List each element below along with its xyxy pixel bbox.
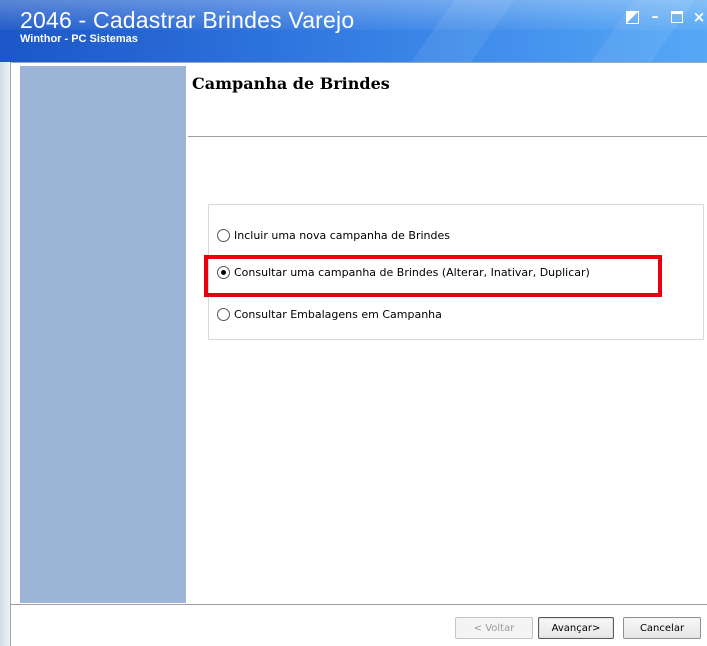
radio-unchecked-icon[interactable]: [217, 307, 230, 321]
heading-separator: [188, 136, 707, 137]
option-label: Incluir uma nova campanha de Brindes: [234, 228, 450, 242]
window-controls: – ×: [626, 6, 707, 28]
app-window: 2046 - Cadastrar Brindes Varejo Winthor …: [0, 0, 707, 646]
window-title: 2046 - Cadastrar Brindes Varejo: [20, 7, 355, 33]
footer-separator: [11, 604, 707, 605]
option-consultar-embalagens[interactable]: Consultar Embalagens em Campanha: [217, 305, 442, 323]
radio-unchecked-icon[interactable]: [217, 228, 230, 242]
title-bar[interactable]: 2046 - Cadastrar Brindes Varejo Winthor …: [0, 0, 707, 62]
wizard-sidebar-panel: [20, 66, 186, 603]
page-heading: Campanha de Brindes: [192, 74, 390, 93]
restore-icon[interactable]: [626, 10, 639, 24]
next-button[interactable]: Avançar>: [538, 617, 614, 639]
back-button[interactable]: < Voltar: [455, 617, 533, 639]
window-subtitle: Winthor - PC Sistemas: [20, 33, 138, 45]
maximize-icon[interactable]: [671, 11, 683, 23]
close-icon[interactable]: ×: [691, 7, 707, 27]
cancel-button[interactable]: Cancelar: [623, 617, 701, 639]
minimize-icon[interactable]: –: [647, 7, 663, 27]
red-highlight-annotation: [204, 255, 662, 297]
content-top-line: [11, 62, 707, 63]
window-left-border: [0, 62, 11, 646]
option-incluir-campanha[interactable]: Incluir uma nova campanha de Brindes: [217, 226, 450, 244]
option-label: Consultar Embalagens em Campanha: [234, 307, 442, 321]
